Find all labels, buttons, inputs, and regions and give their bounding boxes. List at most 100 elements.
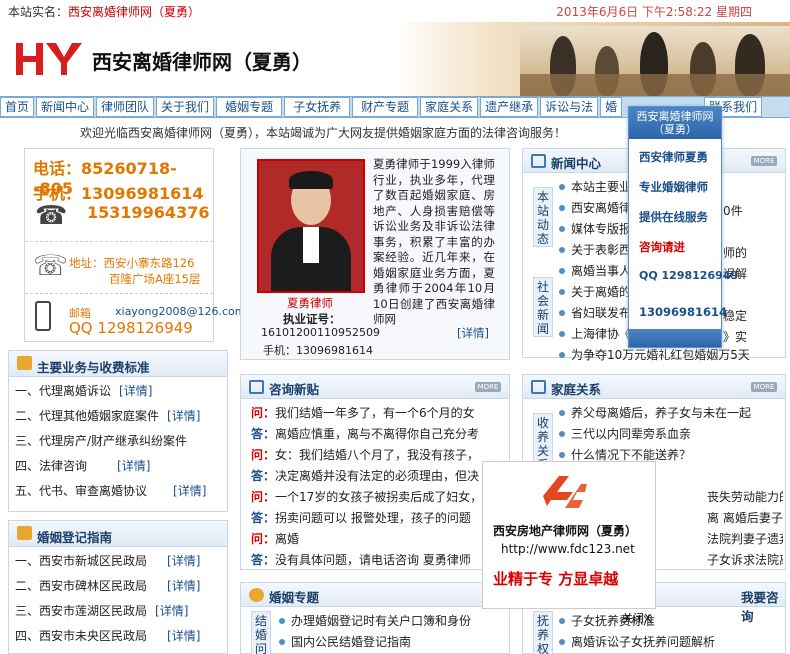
detail-link[interactable]: [详情] [117, 459, 150, 473]
list-item[interactable]: 三、代理房产/财产继承纠纷案件 [15, 429, 225, 454]
list-item[interactable]: 问：离婚 [251, 529, 501, 550]
business-header: 主要业务与收费标准 [9, 351, 227, 377]
business-panel: 主要业务与收费标准 一、代理离婚诉讼 [详情] 二、代理其他婚姻家庭案件 [详情] … [8, 350, 228, 512]
detail-link[interactable]: [详情] [173, 484, 206, 498]
lawyer-more-link[interactable]: [详情] [457, 325, 489, 341]
hy-logo-icon[interactable] [16, 39, 84, 79]
list-item[interactable]: 二、代理其他婚姻家庭案件 [详情] [15, 404, 225, 429]
tab-social-news[interactable]: 社会新闻 [533, 277, 553, 337]
list-item[interactable]: 答：拐卖问题可以 报警处理，孩子的问题 [251, 508, 501, 529]
nav-family[interactable]: 家庭关系 [420, 97, 479, 117]
detail-link[interactable]: [详情] [119, 384, 152, 398]
more-button[interactable]: MORE [751, 382, 777, 392]
detail-link[interactable]: [详情] [155, 604, 188, 618]
list-item[interactable]: 五、代书、审查离婚协议 [详情] [15, 479, 225, 504]
ad-slogan: 业精于专 方显卓越 [493, 570, 619, 588]
lawyer-bio: 夏勇律师于1999入律师行业，执业多年，代理了数百起婚姻家庭、房地产、人身损害赔… [373, 157, 495, 326]
list-item[interactable]: 办理婚姻登记时有关户口簿和身份 [277, 611, 477, 632]
detail-link[interactable]: [详情] [167, 629, 200, 643]
float-item-online[interactable]: 提供在线服务 [639, 209, 708, 225]
more-button[interactable]: MORE [475, 382, 501, 392]
ad-close-button[interactable]: 关闭X [622, 610, 652, 626]
list-item[interactable]: 问：我们结婚一年多了，有一个6个月的女 [251, 403, 501, 424]
business-title: 主要业务与收费标准 [37, 360, 150, 375]
marriage-header: 婚姻专题 [241, 583, 509, 607]
float-item-qq[interactable]: QQ 1298126949 [639, 269, 738, 282]
nav-home[interactable]: 首页 [0, 97, 35, 117]
list-item[interactable]: 四、西安市未央区民政局 [详情] [15, 624, 225, 649]
edit-icon [531, 380, 546, 394]
detail-link[interactable]: [详情] [167, 409, 200, 423]
list-item[interactable]: 二、西安市碑林区民政局 [详情] [15, 574, 225, 599]
more-button[interactable]: MORE [751, 156, 777, 166]
folder-icon [17, 356, 32, 370]
list-item[interactable]: 答：决定离婚并没有法定的必须理由，但决 [251, 466, 501, 487]
list-item[interactable]: 养父母离婚后，养子女与未在一起 [557, 403, 783, 424]
header-banner: 西安离婚律师网（夏勇） [0, 22, 790, 96]
float-item-phone[interactable]: 13096981614 [639, 305, 727, 319]
marriage-list: 办理婚姻登记时有关户口簿和身份 国内公民结婚登记指南 [277, 611, 477, 653]
ad-url[interactable]: http://www.fdc123.net [501, 542, 635, 556]
nav-lawyers[interactable]: 律师团队 [96, 97, 155, 117]
welcome-text: 欢迎光临西安离婚律师网（夏勇），本站竭诚为广大网友提供婚姻家庭方面的法律咨询服务… [80, 126, 567, 140]
registry-header: 婚姻登记指南 [9, 521, 227, 547]
nav-litigation[interactable]: 诉讼与法 [540, 97, 599, 117]
float-item-specialist[interactable]: 专业婚姻律师 [639, 179, 708, 195]
ad-site-name: 西安房地产律师网（夏勇） [493, 524, 638, 538]
list-item[interactable]: 一、西安市新城区民政局 [详情] [15, 549, 225, 574]
tab-marriage-issues[interactable]: 结婚问题 [251, 611, 271, 654]
nav-marriage[interactable]: 婚姻专题 [216, 97, 283, 117]
address-line2: 百隆广场A座15层 [109, 272, 201, 286]
list-item[interactable]: 子女抚养费标准 [557, 611, 777, 632]
banner-meeting-photo [520, 26, 790, 96]
license-number: 16101200110952509 [261, 326, 380, 339]
list-item[interactable]: 三、西安市莲湖区民政局 [详情] [15, 599, 225, 624]
list-item[interactable]: 问：女：我们结婚八个月了，我没有孩子， [251, 445, 501, 466]
fdc-logo-icon [543, 476, 587, 508]
site-real-name: 本站实名：西安离婚律师网（夏勇） [8, 3, 200, 20]
license-label: 执业证号： [283, 312, 341, 326]
nav-news[interactable]: 新闻中心 [36, 97, 95, 117]
lawyer-photo[interactable] [257, 159, 365, 293]
nav-children[interactable]: 子女抚养 [284, 97, 351, 117]
phone-icon: ☎ [35, 201, 68, 231]
list-item[interactable]: 答：没有具体问题，请电话咨询 夏勇律师 [251, 550, 501, 571]
real-name-label: 本站实名： [8, 5, 69, 19]
consult-title: 咨询新贴 [269, 382, 320, 397]
edit-icon [531, 154, 546, 168]
news-title: 新闻中心 [551, 156, 602, 171]
lawyer-mobile: 手机：13096981614 [263, 344, 373, 357]
float-item-lawyer[interactable]: 西安律师夏勇 [639, 149, 708, 165]
real-name-value[interactable]: 西安离婚律师网（夏勇） [68, 5, 200, 19]
detail-link[interactable]: [详情] [167, 554, 200, 568]
float-title: 西安离婚律师网（夏勇） [629, 107, 721, 139]
list-item[interactable]: 问：一个17岁的女孩子被拐卖后成了妇女， [251, 487, 501, 508]
nav-more[interactable]: 婚 [600, 97, 623, 117]
site-name: 西安离婚律师网（夏勇） [92, 50, 312, 74]
tab-custody[interactable]: 抚养权 [533, 611, 553, 654]
mail[interactable]: xiayong2008@126.com [115, 305, 245, 318]
lawyer-name[interactable]: 夏勇律师 [287, 295, 333, 311]
nav-inheritance[interactable]: 遗产继承 [480, 97, 539, 117]
list-item[interactable]: 四、法律咨询 [详情] [15, 454, 225, 479]
list-item[interactable]: 国内公民结婚登记指南 [277, 632, 477, 653]
list-item[interactable]: 答：离婚应慎重，离与不离得你自己充分考 [251, 424, 501, 445]
edit-icon [249, 380, 264, 394]
registry-title: 婚姻登记指南 [37, 530, 113, 545]
float-item-consult[interactable]: 咨询请进 [639, 239, 685, 255]
consult-list: 问：我们结婚一年多了，有一个6个月的女 答：离婚应慎重，离与不离得你自己充分考 … [251, 403, 501, 571]
detail-link[interactable]: [详情] [167, 579, 200, 593]
folder-icon [17, 526, 32, 540]
list-item[interactable]: 三代以内同辈旁系血亲 [557, 424, 783, 445]
list-item[interactable]: 一、代理离婚诉讼 [详情] [15, 379, 225, 404]
marriage-title: 婚姻专题 [269, 590, 320, 605]
floating-ad[interactable]: 西安房地产律师网（夏勇） http://www.fdc123.net 业精于专 … [482, 461, 656, 609]
top-bar: 本站实名：西安离婚律师网（夏勇） 2013年6月6日 下午2:58:22 星期四 [0, 0, 790, 22]
tab-site-news[interactable]: 本站动态 [533, 187, 553, 247]
nav-about[interactable]: 关于我们 [156, 97, 215, 117]
nav-property[interactable]: 财产专题 [352, 97, 419, 117]
floating-service-panel: 西安离婚律师网（夏勇） 西安律师夏勇 专业婚姻律师 提供在线服务 咨询请进 QQ… [628, 106, 738, 348]
list-item[interactable]: 离婚诉讼子女抚养问题解析 [557, 632, 777, 653]
list-item[interactable]: 为争夺10万元婚礼红包婚姻万5天 [557, 345, 787, 366]
consult-panel: 咨询新贴 MORE 问：我们结婚一年多了，有一个6个月的女 答：离婚应慎重，离与不… [240, 374, 510, 570]
